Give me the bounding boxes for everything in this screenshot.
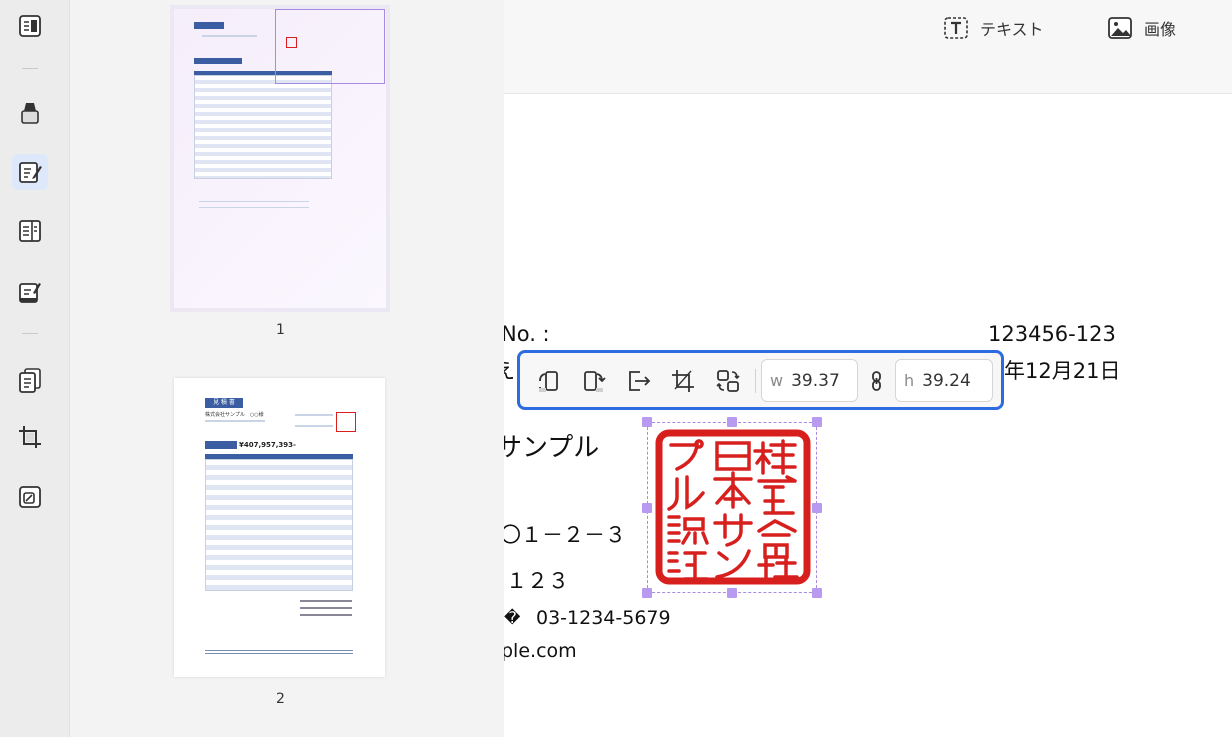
crop-icon xyxy=(672,370,694,392)
rotate-left-icon xyxy=(539,371,558,392)
resize-handle-bottom-left[interactable] xyxy=(642,588,652,598)
resize-handle-bottom-right[interactable] xyxy=(812,588,822,598)
mini-line xyxy=(300,614,352,616)
mini-title xyxy=(194,22,224,29)
doc-no-label: No. : xyxy=(504,322,550,346)
mini-line xyxy=(199,201,309,202)
height-label: h xyxy=(904,371,915,390)
lock-ratio-button[interactable] xyxy=(862,365,890,397)
edit-document-icon xyxy=(19,162,42,183)
doc-no-value: 123456-123 xyxy=(988,322,1116,346)
pages-icon xyxy=(19,368,41,393)
resize-handle-top[interactable] xyxy=(727,417,737,427)
mini-line xyxy=(205,420,265,422)
highlighter-icon xyxy=(21,103,39,124)
book-icon xyxy=(19,15,41,37)
width-field[interactable]: w xyxy=(761,359,858,402)
form-icon xyxy=(19,220,41,242)
link-icon xyxy=(872,371,881,391)
rail-divider xyxy=(22,333,38,334)
height-field[interactable]: h xyxy=(895,359,993,402)
page-number-1: 1 xyxy=(276,322,285,338)
doc-date: 年12月21日 xyxy=(1004,359,1121,383)
edit-tool-button[interactable] xyxy=(12,154,48,190)
doc-company: サンプル xyxy=(504,433,600,463)
text-box-icon xyxy=(944,17,968,39)
crop-tool-button[interactable] xyxy=(12,419,48,455)
resize-handle-top-right[interactable] xyxy=(812,417,822,427)
width-input[interactable] xyxy=(791,370,844,391)
toolbar-divider xyxy=(755,369,756,393)
doc-email: ple.com xyxy=(504,640,577,662)
sign-document-icon xyxy=(19,283,41,303)
mini-company: 株式会社サンプル ○○様 xyxy=(205,412,264,418)
mini-total: ¥407,957,393- xyxy=(239,441,296,449)
extract-icon xyxy=(629,371,651,391)
mini-line xyxy=(205,650,353,651)
phone-glyph: � xyxy=(504,608,521,627)
mini-table xyxy=(205,459,353,591)
image-edit-toolbar: w h xyxy=(517,350,1004,410)
mini-line xyxy=(205,653,353,654)
add-image-label: 画像 xyxy=(1144,20,1177,39)
sign-tool-button[interactable] xyxy=(12,274,48,310)
doc-zip: １２３ xyxy=(506,569,569,593)
viewport-indicator xyxy=(275,9,385,84)
highlight-tool-button[interactable] xyxy=(12,95,48,131)
mini-table xyxy=(194,75,332,179)
resize-handle-right[interactable] xyxy=(812,503,822,513)
mini-line xyxy=(300,607,352,609)
reader-tool-button[interactable] xyxy=(12,8,48,44)
resize-handle-bottom[interactable] xyxy=(727,588,737,598)
rail-divider xyxy=(22,68,38,69)
mini-stamp xyxy=(336,412,356,432)
replace-image-button[interactable] xyxy=(712,365,744,397)
thumbnail-panel: 1 見 積 書 株式会社サンプル ○○様 ¥407,957,393- 2 xyxy=(70,0,504,737)
mini-title: 見 積 書 xyxy=(205,398,243,408)
mini-line xyxy=(295,414,333,416)
mini-line xyxy=(295,425,333,427)
mini-line xyxy=(202,35,257,37)
compare-tool-button[interactable] xyxy=(12,479,48,515)
replace-icon xyxy=(716,370,740,392)
crop-image-button[interactable] xyxy=(667,365,699,397)
rotate-right-button[interactable] xyxy=(576,365,608,397)
form-tool-button[interactable] xyxy=(12,213,48,249)
add-text-label: テキスト xyxy=(980,20,1044,39)
crop-page-icon xyxy=(19,426,41,448)
pages-tool-button[interactable] xyxy=(12,362,48,398)
doc-fragment: え xyxy=(504,359,515,383)
rotate-left-button[interactable] xyxy=(534,365,566,397)
resize-handle-top-left[interactable] xyxy=(642,417,652,427)
add-image-button[interactable]: 画像 xyxy=(1106,14,1176,42)
rotate-right-icon xyxy=(584,371,606,392)
extract-image-button[interactable] xyxy=(622,365,654,397)
top-toolbar: テキスト 画像 xyxy=(504,0,1232,94)
layers-icon xyxy=(19,486,41,508)
page-number-2: 2 xyxy=(276,691,285,707)
mini-line xyxy=(300,600,352,602)
doc-address: 〇１－２－３ xyxy=(504,523,626,547)
width-label: w xyxy=(770,371,784,390)
document-canvas: No. : 123456-123 年12月21日 え サンプル 〇１－２－３ １… xyxy=(504,95,1232,737)
mini-total-label xyxy=(205,441,237,449)
doc-phone: 03-1234-5679 xyxy=(536,607,671,629)
add-text-button[interactable]: テキスト xyxy=(942,14,1044,42)
image-icon xyxy=(1108,17,1132,39)
mini-line xyxy=(199,207,309,208)
resize-handle-left[interactable] xyxy=(642,503,652,513)
page-thumbnail-2[interactable]: 見 積 書 株式会社サンプル ○○様 ¥407,957,393- xyxy=(174,378,385,677)
height-input[interactable] xyxy=(922,370,975,391)
tool-rail xyxy=(0,0,70,737)
company-seal-image[interactable] xyxy=(655,429,811,585)
mini-total xyxy=(194,58,242,64)
page-thumbnail-1[interactable] xyxy=(174,9,386,308)
